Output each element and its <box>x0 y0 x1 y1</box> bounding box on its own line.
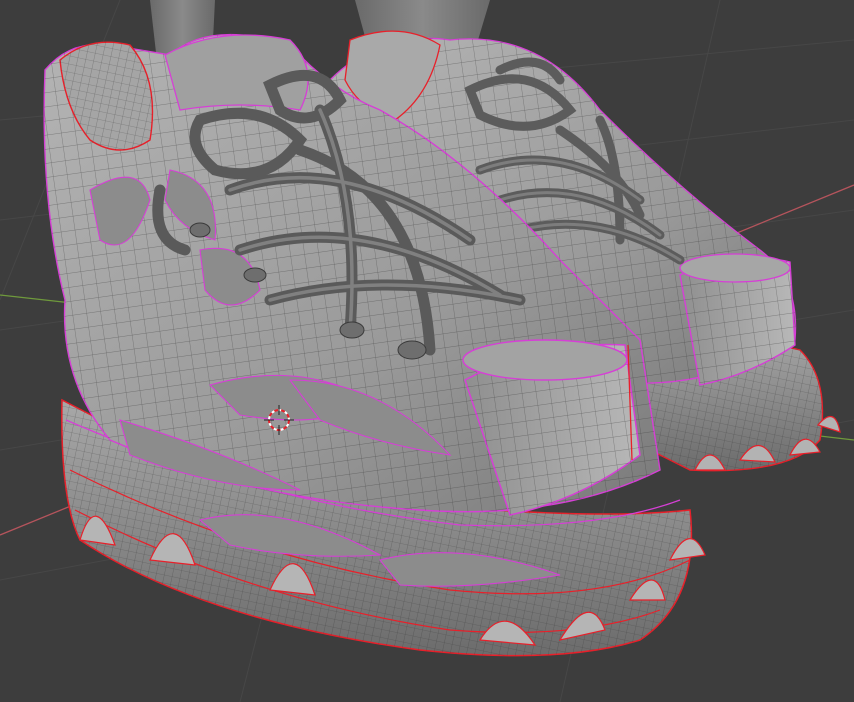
viewport-canvas[interactable] <box>0 0 854 702</box>
right-shoe-toe-top <box>679 253 791 283</box>
3d-viewport[interactable] <box>0 0 854 702</box>
left-shoe-tongue <box>164 34 309 111</box>
left-shoe-toe-top <box>462 339 628 381</box>
